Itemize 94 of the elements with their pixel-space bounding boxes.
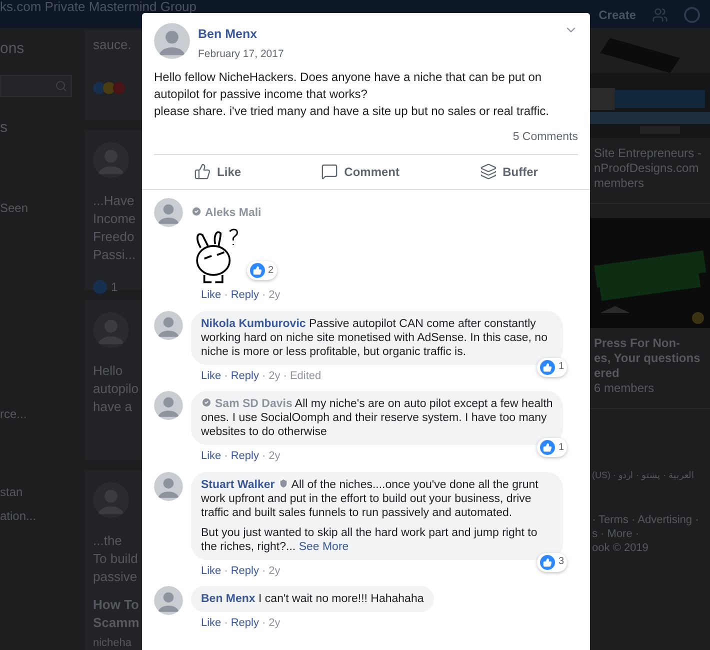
background-text: stan: [0, 484, 24, 501]
background-text: To build: [93, 550, 139, 568]
comment-author[interactable]: Nikola Kumburovic: [201, 318, 306, 330]
avatar[interactable]: [154, 198, 183, 227]
background-text: sauce.: [93, 36, 132, 54]
comment-author[interactable]: Ben Menx: [201, 593, 256, 605]
speech-bubble-icon: [321, 163, 338, 180]
reaction-count[interactable]: 1: [537, 438, 567, 457]
post-action-button[interactable]: Comment: [311, 158, 410, 186]
comment-action-link[interactable]: Like: [201, 368, 222, 384]
separator-dot: ·: [223, 288, 229, 303]
post-text: Hello fellow NicheHackers. Does anyone have a niche that can be put on autopilot for passive income that works?: [154, 68, 543, 102]
comment-meta: 2y: [268, 288, 280, 303]
separator-dot: ·: [260, 449, 267, 464]
comment-meta: 2y: [268, 616, 280, 631]
separator-dot: ·: [260, 564, 267, 578]
separator-dot: ·: [223, 616, 229, 631]
background-text: Freedo: [93, 228, 136, 246]
reaction-count[interactable]: 2: [247, 261, 277, 280]
background-text: ...the: [93, 532, 123, 550]
separator-dot: ·: [223, 564, 229, 578]
comment-text: Stuart Walker All of the niches....once you've done all the grunt work upfront and put in the effort to build out your business, drive traffic and built sales funnels to run passively and automated.: [201, 478, 540, 520]
comment-text: Nikola Kumburovic Passive autopilot CAN come after constantly working hard on niche site monetised with AdSense. In this case, no niche is more or less profitable, but organic traffic is.: [201, 316, 548, 358]
comment-author[interactable]: Stuart Walker: [201, 478, 275, 490]
background-text: Passi...: [93, 246, 137, 264]
avatar[interactable]: [154, 310, 183, 340]
background-text: ons: [0, 39, 26, 59]
background-text: Scamm: [93, 614, 140, 632]
separator-dot: ·: [282, 368, 288, 384]
comment-text: Sam SD Davis All my niche's are on auto pilot except a few health ones. I use SocialOomph and their reserve system. I have too many websites to do otherwise: [201, 397, 553, 439]
background-text: (US) · العربية · پښتو · اردو: [591, 469, 696, 482]
comment-meta: Edited: [290, 368, 322, 384]
background-text: Income: [93, 210, 137, 228]
separator-dot: ·: [260, 288, 267, 303]
avatar[interactable]: [154, 586, 183, 615]
separator-dot: ·: [223, 368, 229, 384]
stack-icon: [480, 163, 497, 180]
background-text: have a: [93, 398, 134, 416]
background-text: Site Entrepreneurs -: [594, 146, 702, 161]
reaction-icons[interactable]: [93, 82, 125, 94]
background-text: ook © 2019: [592, 540, 650, 554]
background-text: Press For Non-: [594, 336, 682, 351]
post-author[interactable]: Ben Menx: [198, 25, 284, 44]
search-icon: [55, 80, 67, 92]
see-more-link[interactable]: See More: [298, 540, 349, 552]
background-text: es, Your questions: [594, 351, 702, 366]
notification-icon[interactable]: [684, 7, 700, 23]
comment-count[interactable]: 5 Comments: [512, 128, 578, 146]
separator-dot: ·: [223, 449, 229, 464]
background-text: members: [594, 176, 646, 191]
search-field[interactable]: [0, 74, 72, 96]
comment-action-link[interactable]: Like: [201, 615, 222, 632]
comment-action-link[interactable]: Reply: [230, 448, 259, 464]
comment-action-link[interactable]: Reply: [230, 615, 259, 632]
friends-icon[interactable]: [652, 7, 668, 23]
background-text: Seen: [0, 200, 30, 217]
background-text: ered: [594, 366, 620, 381]
avatar[interactable]: [154, 391, 183, 420]
background-text: ...Have: [93, 192, 136, 210]
comment-action-link[interactable]: Reply: [230, 562, 259, 579]
background-text: autopilo: [93, 380, 140, 398]
background-text: How To: [93, 596, 140, 614]
background-text: 1: [111, 279, 118, 296]
background-text: ation...: [0, 508, 38, 525]
background-text: passive: [93, 568, 138, 586]
background-text: s: [0, 118, 8, 138]
comment-meta: 2y: [268, 564, 280, 578]
background-text: rce...: [0, 406, 28, 423]
avatar[interactable]: [154, 472, 183, 500]
separator-dot: ·: [260, 616, 267, 631]
comment-text: Ben Menx I can't wait no more!!! Hahahaha: [201, 592, 424, 606]
reaction-count[interactable]: 3: [537, 552, 567, 572]
comment-meta: 2y: [268, 368, 280, 384]
background-text: 6 members: [594, 381, 656, 396]
comment-text: But you just wanted to skip all the hard work part and jump right to the riches, right?... See More: [201, 526, 538, 554]
post-date[interactable]: February 17, 2017: [198, 46, 284, 62]
reaction-count[interactable]: 1: [537, 358, 567, 376]
background-text: nProofDesigns.com: [594, 161, 700, 176]
avatar[interactable]: [154, 23, 190, 59]
separator-dot: ·: [260, 368, 267, 384]
comment-action-link[interactable]: Like: [201, 448, 222, 464]
comment-action-link[interactable]: Like: [201, 562, 222, 579]
post-action-button[interactable]: Like: [184, 158, 252, 186]
comment-action-link[interactable]: Reply: [230, 368, 259, 384]
background-text: · Terms · Advertising ·: [592, 512, 700, 526]
background-text: Hello: [93, 362, 124, 380]
comment-action-link[interactable]: Like: [201, 287, 222, 304]
background-text: nicheha: [93, 636, 133, 650]
thumbs-up-icon: [194, 163, 212, 180]
comment-meta: 2y: [268, 449, 280, 464]
background-text: s · More ·: [592, 526, 640, 540]
post-text: please share. i've tried many and have a site up but no sales or real traffic.: [154, 102, 550, 120]
post-action-button[interactable]: Buffer: [470, 158, 548, 186]
comment-action-link[interactable]: Reply: [230, 287, 259, 304]
